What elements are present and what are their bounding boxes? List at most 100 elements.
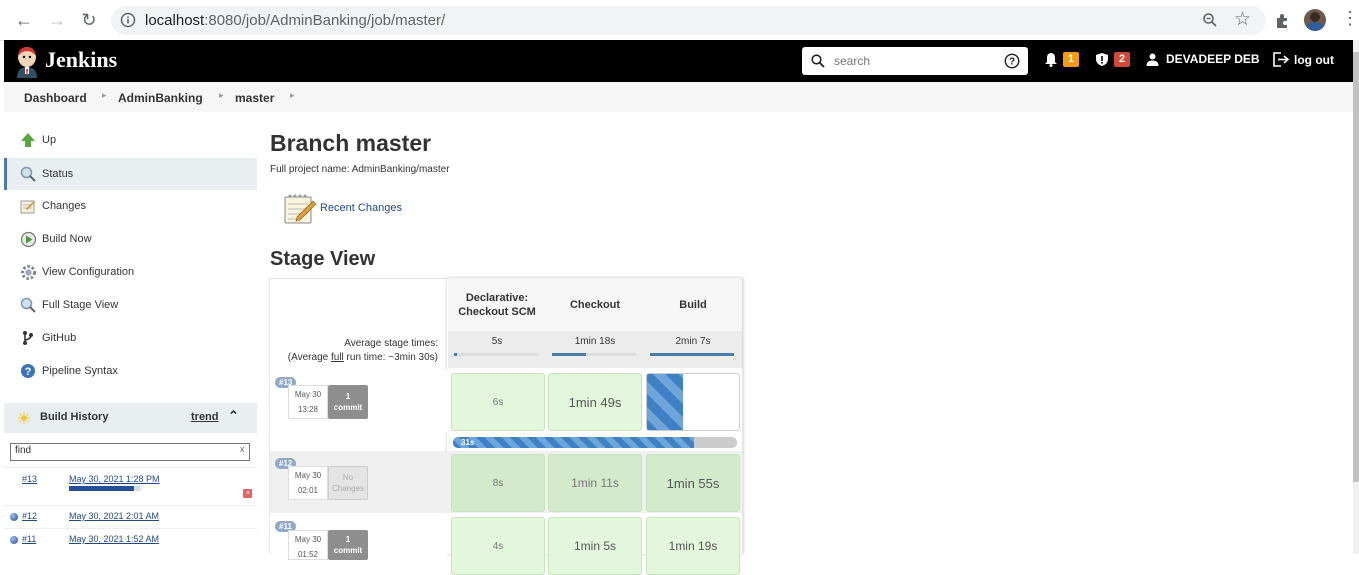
- stage-cell[interactable]: 4s: [451, 517, 545, 575]
- breadcrumb-master[interactable]: master: [235, 91, 274, 105]
- build-row-12[interactable]: #12 May 30, 2021 2:01 AM: [4, 505, 257, 529]
- breadcrumb-chevron-icon[interactable]: ▸: [102, 90, 107, 101]
- commit-label: Changes: [331, 484, 365, 493]
- sidebar-item-label: GitHub: [42, 332, 77, 344]
- search-input[interactable]: [832, 53, 996, 69]
- stage-cell[interactable]: 1min 11s: [548, 454, 642, 512]
- user-menu[interactable]: DEVADEEP DEB: [1146, 52, 1260, 66]
- sidebar-item-label: View Configuration: [42, 266, 135, 278]
- stage-name-line: Checkout: [569, 298, 621, 311]
- sidebar-item-label: Up: [42, 134, 57, 146]
- collapse-chevron-up-icon[interactable]: ⌃: [228, 408, 239, 424]
- help-icon: ?: [19, 362, 37, 380]
- more-menu-icon[interactable]: ⋮: [1341, 9, 1359, 27]
- stage-name-line: Checkout SCM: [458, 305, 536, 318]
- help-icon[interactable]: ?: [1004, 53, 1020, 69]
- user-name: DEVADEEP DEB: [1166, 52, 1260, 66]
- recent-changes-link[interactable]: Recent Changes: [320, 202, 402, 214]
- forward-icon[interactable]: →: [45, 8, 69, 32]
- build-history-find-input[interactable]: find x: [10, 443, 250, 461]
- bookmark-star-icon[interactable]: ☆: [1234, 8, 1251, 31]
- average-times-label: Average stage times: (Average full run t…: [270, 337, 438, 365]
- sidebar-item-full-stage-view[interactable]: Full Stage View: [4, 289, 257, 321]
- info-icon[interactable]: [120, 12, 136, 28]
- sidebar-item-pipeline-syntax[interactable]: ? Pipeline Syntax: [4, 355, 257, 387]
- page-scrollbar[interactable]: [1353, 40, 1359, 554]
- build-number-link[interactable]: #11: [22, 534, 36, 544]
- avg-cell-checkout: 1min 18s: [546, 331, 645, 368]
- search-icon: [811, 54, 825, 68]
- avg-bar-fill: [454, 353, 457, 356]
- zoom-icon[interactable]: [1202, 12, 1218, 28]
- page-title: Branch master: [270, 130, 432, 156]
- build-date-link[interactable]: May 30, 2021 1:28 PM: [69, 474, 160, 484]
- build-history-title: Build History: [40, 411, 109, 423]
- run-time: 01:52: [297, 550, 319, 559]
- sidebar-item-status[interactable]: Status: [4, 158, 257, 190]
- trend-link[interactable]: trend: [191, 411, 219, 423]
- run-commit-box[interactable]: 1 commit: [328, 385, 368, 419]
- build-date-link[interactable]: May 30, 2021 1:52 AM: [69, 534, 159, 544]
- stage-cell[interactable]: 8s: [451, 454, 545, 512]
- sidebar-item-label: Status: [42, 168, 74, 180]
- stage-cell[interactable]: 1min 19s: [646, 517, 740, 575]
- run-time: 13:28: [297, 405, 319, 414]
- stage-header-checkout-scm: Declarative: Checkout SCM: [448, 278, 547, 331]
- logout-button[interactable]: log out: [1272, 52, 1334, 67]
- run-date: May 30: [294, 471, 322, 480]
- extensions-icon[interactable]: [1274, 12, 1291, 29]
- browser-toolbar: ← → ↻ localhost:8080/job/AdminBanking/jo…: [0, 0, 1359, 41]
- stage-cell[interactable]: 1min 5s: [548, 517, 642, 575]
- stage-cell-running[interactable]: [646, 373, 740, 431]
- breadcrumb-chevron-icon[interactable]: ▸: [219, 90, 224, 101]
- avg-run-full-link[interactable]: full: [331, 352, 344, 363]
- security-button[interactable]: 2: [1095, 52, 1130, 67]
- notifications-button[interactable]: 1: [1044, 52, 1079, 67]
- back-icon[interactable]: ←: [12, 8, 36, 32]
- sidebar-item-up[interactable]: Up: [4, 124, 257, 156]
- sidebar-item-changes[interactable]: Changes: [4, 190, 257, 222]
- reload-icon[interactable]: ↻: [77, 8, 101, 32]
- stage-name-line: Build: [679, 298, 707, 311]
- jenkins-logo-icon[interactable]: [14, 45, 40, 78]
- run-commit-box[interactable]: 1 commit: [328, 530, 368, 560]
- jenkins-brand[interactable]: Jenkins: [45, 47, 117, 73]
- sidebar-item-view-configuration[interactable]: View Configuration: [4, 256, 257, 288]
- breadcrumb-chevron-icon[interactable]: ▸: [290, 90, 295, 101]
- notepad-icon[interactable]: [283, 191, 317, 225]
- sidebar-item-label: Build Now: [42, 233, 92, 245]
- abort-build-icon[interactable]: ×: [243, 489, 252, 498]
- run-date-box: May 30 01:52: [288, 530, 328, 560]
- find-clear-button[interactable]: x: [240, 444, 245, 454]
- build-progress-fill: [69, 486, 134, 491]
- build-row-11[interactable]: #11 May 30, 2021 1:52 AM: [4, 528, 257, 555]
- user-icon: [1146, 53, 1159, 66]
- logout-label: log out: [1294, 52, 1334, 67]
- sidebar-item-label: Changes: [42, 200, 87, 212]
- avatar[interactable]: [1304, 9, 1326, 31]
- commit-count: No: [342, 473, 354, 482]
- run-commit-box[interactable]: No Changes: [328, 466, 368, 500]
- search-box[interactable]: ?: [802, 47, 1028, 75]
- svg-text:?: ?: [1009, 57, 1015, 68]
- run-progress-bar: 31s: [453, 437, 737, 448]
- build-row-13[interactable]: #13 May 30, 2021 1:28 PM ×: [4, 467, 257, 506]
- avg-bar-fill: [650, 353, 734, 356]
- run-progress-label: 31s: [461, 438, 475, 447]
- stage-cell[interactable]: 6s: [451, 373, 545, 431]
- stage-view-title: Stage View: [270, 248, 376, 270]
- sidebar-item-github[interactable]: GitHub: [4, 322, 257, 354]
- build-status-ball-icon: [10, 513, 18, 521]
- sidebar-item-build-now[interactable]: Build Now: [4, 223, 257, 255]
- breadcrumb-dashboard[interactable]: Dashboard: [24, 91, 87, 105]
- avg-bar: [454, 353, 538, 356]
- address-bar[interactable]: localhost:8080/job/AdminBanking/job/mast…: [111, 6, 1266, 35]
- notepad-icon: [19, 197, 37, 215]
- breadcrumb-adminbanking[interactable]: AdminBanking: [118, 91, 203, 105]
- gear-icon: [19, 263, 37, 281]
- stage-cell[interactable]: 1min 55s: [646, 454, 740, 512]
- build-number-link[interactable]: #13: [22, 474, 37, 484]
- build-number-link[interactable]: #12: [22, 511, 37, 521]
- build-date-link[interactable]: May 30, 2021 2:01 AM: [69, 511, 159, 521]
- stage-cell[interactable]: 1min 49s: [548, 373, 642, 431]
